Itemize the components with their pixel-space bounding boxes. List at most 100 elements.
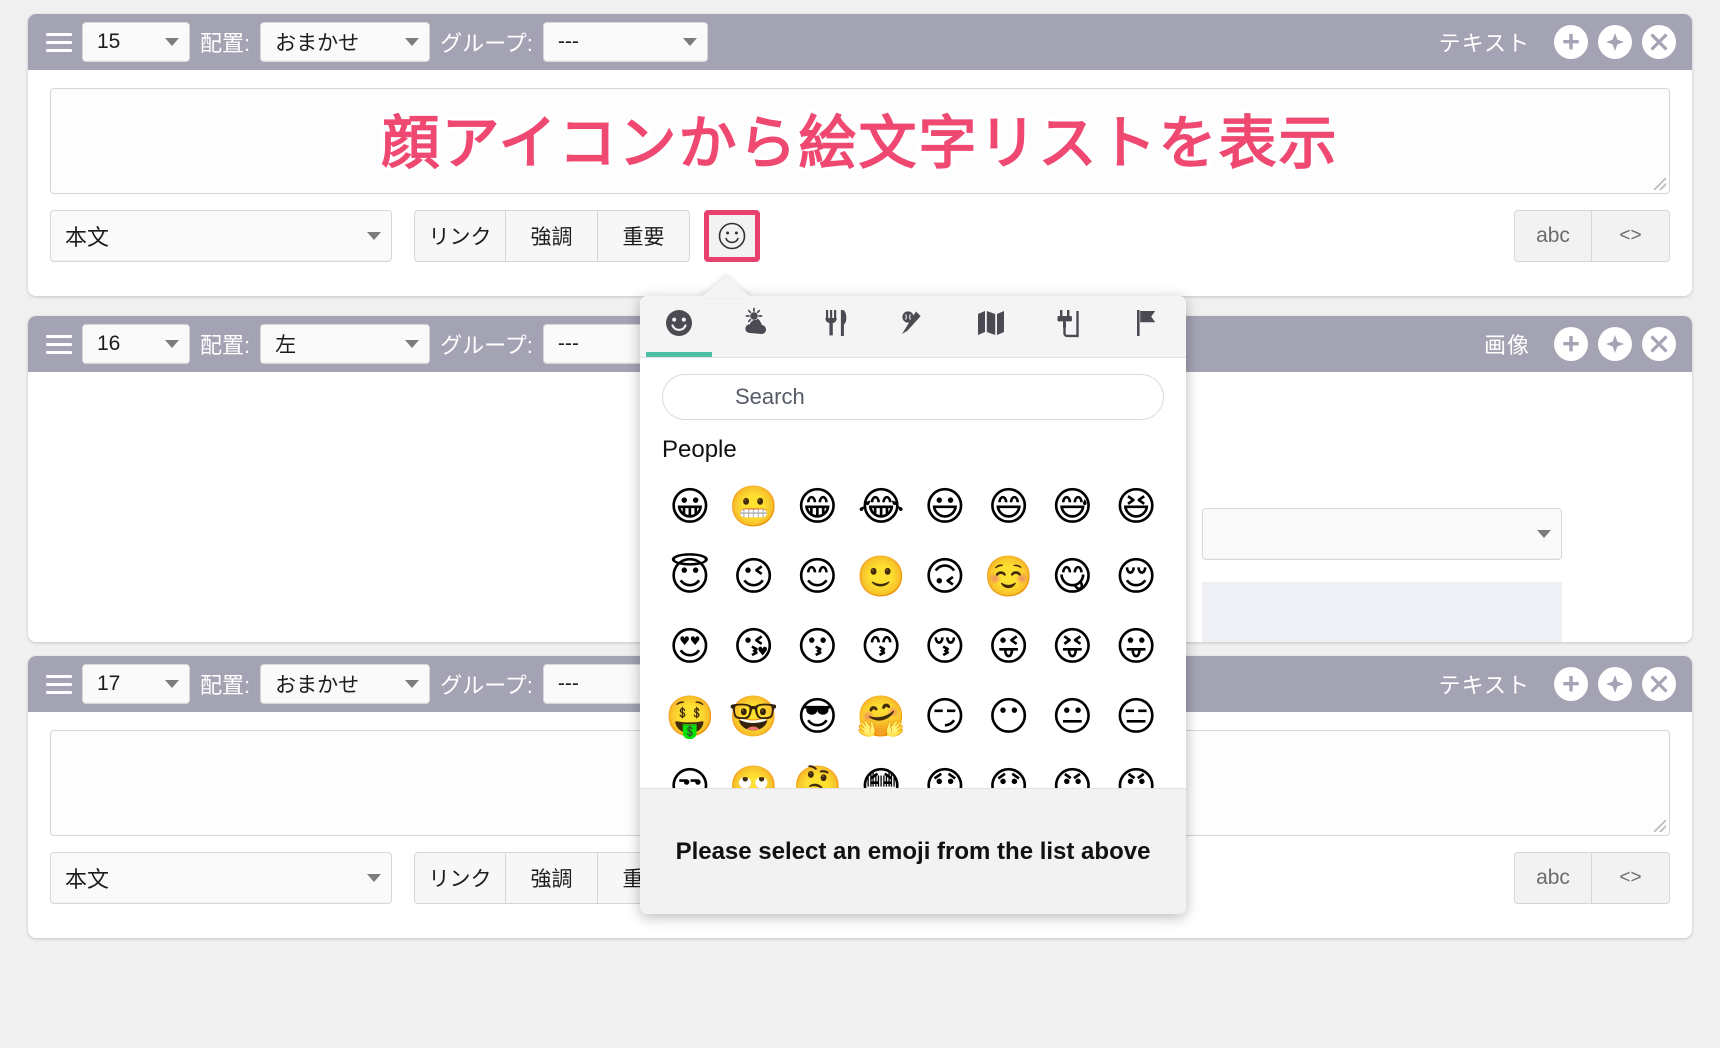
emoji-cell[interactable]: 😚 [913,614,977,680]
drag-handle-icon[interactable] [46,335,72,354]
emoji-cell[interactable]: ☺️ [977,544,1041,610]
emoji-cell[interactable]: 😎 [786,684,850,750]
emoji-cell[interactable]: 😑 [1104,684,1168,750]
emoji-cell[interactable]: 😗 [786,614,850,680]
emoji-cell[interactable]: 😊 [786,544,850,610]
emoji-cell[interactable]: 🙄 [722,754,786,788]
code-button[interactable]: <> [1592,852,1670,904]
block-number-select[interactable]: 16 [82,324,190,364]
block-number-select[interactable]: 17 [82,664,190,704]
text-content-textarea[interactable] [50,88,1670,194]
emoji-search-input[interactable] [662,374,1164,420]
important-button[interactable]: 重要 [598,210,690,262]
emoji-cell[interactable]: 😠 [1041,754,1105,788]
resize-grip-icon[interactable] [1654,178,1666,190]
close-circle-icon[interactable] [1642,25,1676,59]
tab-nature[interactable] [718,296,796,357]
move-circle-icon[interactable] [1598,327,1632,361]
tab-travel[interactable] [952,296,1030,357]
block-number-value: 16 [97,332,151,356]
emoji-cell[interactable]: 😆 [1104,474,1168,540]
block-type-label: 画像 [1484,328,1530,360]
emoji-cell[interactable]: 🙃 [913,544,977,610]
emphasis-button[interactable]: 強調 [506,852,598,904]
emoji-cell[interactable]: 😋 [1041,544,1105,610]
placement-value: おまかせ [275,669,391,699]
emoji-cell[interactable]: 🤓 [722,684,786,750]
emoji-cell[interactable]: 🤑 [658,684,722,750]
emoji-cell[interactable]: 🤗 [849,684,913,750]
emoji-cell[interactable]: 😇 [658,544,722,610]
emoji-cell[interactable]: 😂 [849,474,913,540]
plus-circle-icon[interactable] [1554,25,1588,59]
image-option-select[interactable] [1202,508,1562,560]
placement-select[interactable]: 左 [260,324,430,364]
plus-circle-icon[interactable] [1554,667,1588,701]
emoji-cell[interactable]: 😛 [1104,614,1168,680]
editor-page: 15 配置: おまかせ グループ: --- テキスト [0,0,1720,1048]
drag-handle-icon[interactable] [46,33,72,52]
text-style-select[interactable]: 本文 [50,852,392,904]
emoji-cell[interactable]: 🤔 [786,754,850,788]
flag-icon [1130,306,1164,340]
block-number-value: 17 [97,672,151,696]
emoji-cell[interactable]: 😀 [658,474,722,540]
emoji-picker-button[interactable] [704,210,760,262]
emoji-cell[interactable]: 🙂 [849,544,913,610]
text-style-select[interactable]: 本文 [50,210,392,262]
emoji-cell[interactable]: 😝 [1041,614,1105,680]
code-button[interactable]: <> [1592,210,1670,262]
abc-button[interactable]: abc [1514,852,1592,904]
emoji-cell[interactable]: 😳 [849,754,913,788]
emphasis-button[interactable]: 強調 [506,210,598,262]
emoji-cell[interactable]: 😃 [913,474,977,540]
tab-objects[interactable] [1030,296,1108,357]
emoji-cell[interactable]: 😏 [913,684,977,750]
drag-handle-icon[interactable] [46,675,72,694]
text-style-value: 本文 [65,862,353,894]
image-info-strip [1202,582,1562,642]
fork-knife-icon [818,306,852,340]
emoji-cell[interactable]: 😡 [1104,754,1168,788]
plus-circle-icon[interactable] [1554,327,1588,361]
emoji-cell[interactable]: 😍 [658,614,722,680]
emoji-cell[interactable]: 😞 [913,754,977,788]
emoji-cell[interactable]: 😁 [786,474,850,540]
emoji-cell[interactable]: 😐 [1041,684,1105,750]
emoji-cell[interactable]: 😶 [977,684,1041,750]
emoji-cell[interactable]: 😙 [849,614,913,680]
emoji-cell[interactable]: 😜 [977,614,1041,680]
emoji-cell[interactable]: 😄 [977,474,1041,540]
placement-select[interactable]: おまかせ [260,22,430,62]
group-value: --- [558,30,669,54]
move-circle-icon[interactable] [1598,25,1632,59]
placement-label: 配置: [200,328,250,360]
tab-food[interactable] [796,296,874,357]
abc-button[interactable]: abc [1514,210,1592,262]
block-actions [1554,667,1676,701]
link-button[interactable]: リンク [414,852,506,904]
group-select[interactable]: --- [543,22,708,62]
group-label: グループ: [440,328,533,360]
placement-select[interactable]: おまかせ [260,664,430,704]
close-circle-icon[interactable] [1642,667,1676,701]
resize-grip-icon[interactable] [1654,820,1666,832]
emoji-cell[interactable]: 😉 [722,544,786,610]
block-number-select[interactable]: 15 [82,22,190,62]
move-circle-icon[interactable] [1598,667,1632,701]
emoji-cell[interactable]: 😬 [722,474,786,540]
close-circle-icon[interactable] [1642,327,1676,361]
tab-people[interactable] [640,296,718,357]
tab-flags[interactable] [1108,296,1186,357]
picker-pointer-arrow [700,276,752,298]
tab-activity[interactable] [874,296,952,357]
emoji-cell[interactable]: 😘 [722,614,786,680]
emoji-picker-footer: Please select an emoji from the list abo… [640,788,1186,914]
map-icon [974,306,1008,340]
text-style-value: 本文 [65,220,353,252]
emoji-cell[interactable]: 😅 [1041,474,1105,540]
emoji-cell[interactable]: 😟 [977,754,1041,788]
emoji-cell[interactable]: 😒 [658,754,722,788]
emoji-cell[interactable]: 😌 [1104,544,1168,610]
link-button[interactable]: リンク [414,210,506,262]
